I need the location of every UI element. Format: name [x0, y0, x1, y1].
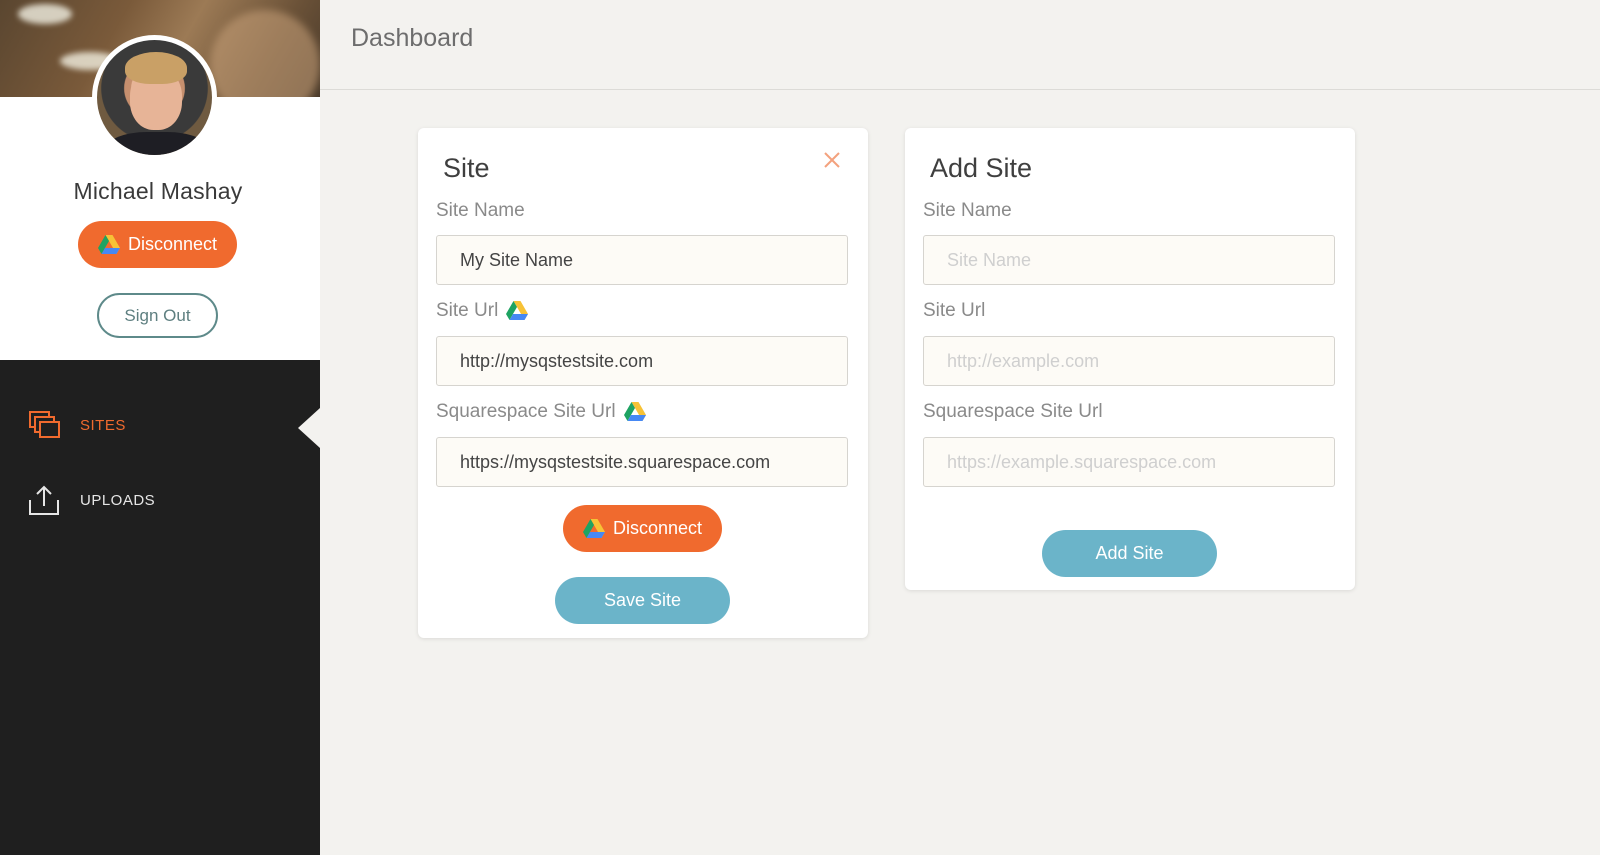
add-site-name-label: Site Name — [923, 200, 1012, 221]
add-site-card: Add Site Site Name Site Url Squarespace … — [905, 128, 1355, 590]
site-card: Site Site Name Site Url Squarespace Site… — [418, 128, 868, 638]
add-squarespace-url-field[interactable] — [923, 437, 1335, 487]
add-site-url-label: Site Url — [923, 300, 986, 321]
google-drive-icon — [506, 301, 529, 320]
sites-icon — [29, 411, 60, 438]
close-icon[interactable] — [820, 148, 844, 172]
nav-item-sites[interactable]: SITES — [28, 410, 126, 440]
site-card-title: Site — [443, 153, 490, 183]
page-title: Dashboard — [351, 24, 474, 52]
add-site-url-field[interactable] — [923, 336, 1335, 386]
site-url-field[interactable] — [436, 336, 848, 386]
site-name-label: Site Name — [436, 200, 525, 221]
add-site-name-field[interactable] — [923, 235, 1335, 285]
google-drive-icon — [582, 518, 605, 538]
nav-label-sites: SITES — [80, 416, 126, 434]
header: Dashboard — [320, 0, 1600, 90]
upload-icon — [29, 485, 59, 515]
add-site-button[interactable]: Add Site — [1042, 530, 1217, 577]
site-name-field[interactable] — [436, 235, 848, 285]
disconnect-label: Disconnect — [127, 234, 218, 254]
avatar — [92, 35, 217, 160]
site-disconnect-button[interactable]: Disconnect — [563, 505, 722, 552]
profile-disconnect-button[interactable]: Disconnect — [78, 221, 237, 268]
user-name: Michael Mashay — [73, 178, 243, 204]
sidebar: Michael Mashay Disconnect Sign Out SITES… — [0, 0, 320, 855]
profile-panel: Michael Mashay Disconnect Sign Out — [0, 0, 320, 360]
google-drive-icon — [623, 402, 646, 421]
site-url-label: Site Url — [436, 300, 529, 322]
save-site-button[interactable]: Save Site — [555, 577, 730, 624]
nav-label-uploads: UPLOADS — [80, 491, 156, 509]
sign-out-button[interactable]: Sign Out — [97, 293, 218, 338]
squarespace-url-field[interactable] — [436, 437, 848, 487]
disconnect-label: Disconnect — [612, 518, 703, 538]
active-nav-indicator — [298, 408, 320, 448]
squarespace-url-label: Squarespace Site Url — [436, 401, 646, 423]
add-squarespace-url-label: Squarespace Site Url — [923, 401, 1103, 422]
nav-item-uploads[interactable]: UPLOADS — [28, 484, 155, 516]
google-drive-icon — [97, 234, 120, 254]
add-site-card-title: Add Site — [930, 153, 1033, 183]
